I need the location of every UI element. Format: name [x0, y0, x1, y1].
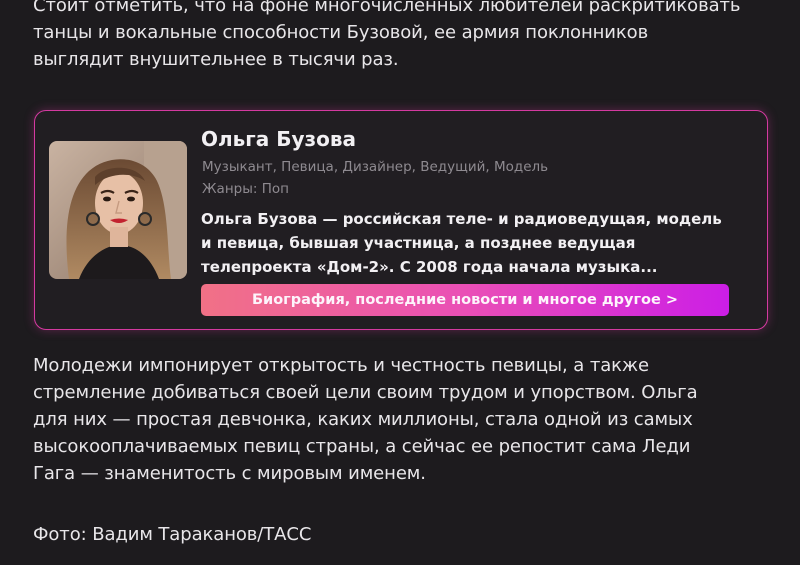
intro-line: Стоит отметить, что на фоне многочисленн… [33, 0, 741, 16]
body-line: высокооплачиваемых певиц страны, а сейча… [33, 436, 691, 457]
photo-credit-text: Фото: Вадим Тараканов/ТАСС [33, 524, 312, 545]
person-genres: Жанры: Поп [202, 181, 289, 197]
person-photo[interactable] [49, 141, 187, 279]
person-photo-image [49, 141, 187, 279]
person-name[interactable]: Ольга Бузова [201, 127, 356, 151]
body-line: Гага — знаменитость с мировым именем. [33, 463, 426, 484]
intro-line: выглядит внушительнее в тысячи раз. [33, 49, 399, 70]
description-line: и певица, бывшая участница, а позднее ве… [201, 234, 636, 252]
description-line: телепроекта «Дом-2». С 2008 года начала … [201, 258, 658, 276]
intro-line: танцы и вокальные способности Бузовой, е… [33, 22, 649, 43]
biography-button[interactable]: Биография, последние новости и многое др… [201, 284, 729, 316]
person-professions: Музыкант, Певица, Дизайнер, Ведущий, Мод… [202, 159, 549, 175]
person-description: Ольга Бузова — российская теле- и радиов… [201, 207, 761, 279]
body-line: стремление добиваться своей цели своим т… [33, 382, 698, 403]
photo-credit: Фото: Вадим Тараканов/ТАСС [33, 521, 773, 548]
article-page: Стоит отметить, что на фоне многочисленн… [0, 0, 800, 565]
description-line: Ольга Бузова — российская теле- и радиов… [201, 210, 722, 228]
body-line: Молодежи импонирует открытость и честнос… [33, 355, 650, 376]
person-card[interactable]: Ольга Бузова Музыкант, Певица, Дизайнер,… [34, 110, 768, 330]
body-line: для них — простая девчонка, каких миллио… [33, 409, 693, 430]
intro-paragraph: Стоит отметить, что на фоне многочисленн… [33, 0, 773, 73]
body-paragraph: Молодежи импонирует открытость и честнос… [33, 352, 773, 487]
